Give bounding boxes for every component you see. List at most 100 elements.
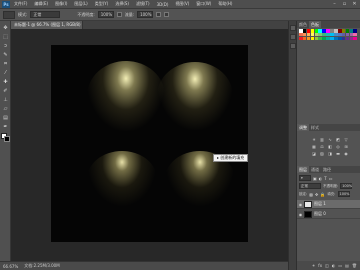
visibility-eye-icon[interactable]: ◉ [297,212,304,217]
menu-select[interactable]: 选择(S) [115,1,129,7]
gradient-map-adjust-icon[interactable]: ▬ [335,151,341,156]
clone-stamp-tool-icon[interactable]: ⊥ [2,97,9,103]
selective-color-adjust-icon[interactable]: ◉ [343,151,349,156]
brush-panel-icon[interactable] [290,43,296,49]
minimize-button[interactable]: – [331,1,338,7]
visibility-eye-icon[interactable]: ◉ [297,202,304,207]
new-adjustment-icon[interactable]: ◐ [332,263,336,268]
move-tool-icon[interactable]: ✥ [2,25,9,31]
brush-tool-icon[interactable]: ✐ [2,88,9,94]
tab-swatches[interactable]: 色板 [309,21,321,28]
new-group-icon[interactable]: ▭ [338,263,342,268]
healing-brush-tool-icon[interactable]: ✚ [2,79,9,85]
canvas-workspace [11,29,288,261]
curves-adjust-icon[interactable]: ∿ [327,137,333,142]
add-style-icon[interactable]: fx [318,263,322,268]
document-tab-bar: 未标题-1 @ 66.7% (图层 1, RGB/8) * [11,21,288,29]
tab-layers[interactable]: 图层 [297,166,309,173]
zoom-level[interactable]: 66.67% [3,264,18,269]
lock-fill-row: 锁定: ▩ ✥ 🔒 填充: 100% [299,190,358,198]
eyedropper-tool-icon[interactable]: ⁄ [2,70,9,76]
close-button[interactable]: ✕ [351,1,358,7]
maximize-button[interactable]: ▫ [341,1,348,7]
layer-thumbnail [304,210,312,218]
tab-channels[interactable]: 通道 [309,166,321,173]
menu-3d[interactable]: 3D(D) [157,2,169,7]
menu-file[interactable]: 文件(F) [14,1,27,7]
levels-adjust-icon[interactable]: ▥ [319,137,325,142]
menu-filter[interactable]: 滤镜(T) [136,1,150,7]
color-swatch[interactable] [353,36,358,41]
brightness-adjust-icon[interactable]: ☀ [311,137,317,142]
tab-adjustments[interactable]: 调整 [297,124,309,131]
posterize-adjust-icon[interactable]: ▨ [319,151,325,156]
menu-bar: Ps 文件(F) 编辑(E) 图像(I) 图层(L) 类型(Y) 选择(S) 滤… [0,0,360,9]
tool-preset-picker[interactable] [3,10,15,19]
menu-image[interactable]: 图像(I) [55,1,67,7]
channel-mixer-adjust-icon[interactable]: ⊞ [343,144,349,149]
light-glow-top-left [87,61,165,131]
flow-field[interactable]: 100% [137,11,154,18]
color-balance-adjust-icon[interactable]: ⚖ [319,144,325,149]
delete-layer-icon[interactable]: 🗑 [352,263,357,268]
layer-opacity-field[interactable]: 100% [340,183,352,189]
tab-color[interactable]: 颜色 [297,21,309,28]
invert-adjust-icon[interactable]: ◪ [311,151,317,156]
history-panel-icon[interactable] [290,25,296,31]
hue-adjust-icon[interactable]: ▦ [311,144,317,149]
light-glow-bottom-left [87,151,157,207]
blend-mode-select[interactable]: 正常 [299,183,321,189]
eraser-tool-icon[interactable]: ▱ [2,106,9,112]
status-bar: 66.67% 文档:2.25M/3.00M [0,261,288,270]
layer-row-1[interactable]: ◉ 图层 1 [297,200,360,209]
menu-layer[interactable]: 图层(L) [74,1,87,7]
mode-select[interactable]: 正常 [30,11,61,18]
layer-filter-kind[interactable]: ▾ [299,175,311,181]
menu-view[interactable]: 视图(V) [175,1,189,7]
flow-label: 流量: [124,11,135,17]
crop-tool-icon[interactable]: ⌗ [2,61,9,67]
lock-pixels-icon[interactable]: ▩ [309,192,313,197]
vibrance-adjust-icon[interactable]: ▽ [343,137,349,142]
collapsed-panel-dock [288,21,297,270]
gradient-tool-icon[interactable]: ▤ [2,115,9,121]
link-layers-icon[interactable]: ⚭ [312,263,315,268]
pen-tool-icon[interactable]: ✒ [2,124,9,130]
filter-shape-icon[interactable]: ▭ [329,176,333,181]
layer-opacity-label: 不透明度: [323,183,339,188]
filter-image-icon[interactable]: ▣ [313,176,317,181]
menu-help[interactable]: 帮助(H) [218,1,232,7]
photo-filter-adjust-icon[interactable]: ◎ [335,144,341,149]
airbrush-toggle[interactable] [156,12,162,17]
options-bar: 模式: 正常 不透明度: 100% 流量: 100% [0,9,360,21]
lasso-tool-icon[interactable]: ↄ [2,43,9,49]
menu-window[interactable]: 窗口(W) [196,1,211,7]
filter-type-icon[interactable]: T [324,176,326,181]
exposure-adjust-icon[interactable]: ◩ [335,137,341,142]
pressure-size-toggle[interactable] [164,12,170,17]
properties-panel-icon[interactable] [290,34,296,40]
marquee-tool-icon[interactable]: ⬚ [2,34,9,40]
background-color-swatch[interactable] [4,136,10,142]
lock-all-icon[interactable]: 🔒 [320,192,325,197]
layers-footer: ⚭ fx ◫ ◐ ▭ ▤ 🗑 [297,261,360,270]
threshold-adjust-icon[interactable]: ◨ [327,151,333,156]
tools-panel: ✥ ⬚ ↄ ✎ ⌗ ⁄ ✚ ✐ ⊥ ▱ ▤ ✒ [0,21,11,261]
document-canvas[interactable] [51,45,248,242]
document-tab[interactable]: 未标题-1 @ 66.7% (图层 1, RGB/8) * [11,21,83,29]
menu-type[interactable]: 类型(Y) [95,1,109,7]
app-logo: Ps [2,0,10,8]
new-layer-icon[interactable]: ▤ [345,263,349,268]
filter-adjust-icon[interactable]: ◐ [319,176,323,181]
layer-row-0[interactable]: ◉ 图层 0 [297,210,360,219]
bw-adjust-icon[interactable]: ◧ [327,144,333,149]
pressure-opacity-toggle[interactable] [116,12,122,17]
opacity-field[interactable]: 100% [97,11,114,18]
fill-field[interactable]: 100% [337,191,350,197]
add-mask-icon[interactable]: ◫ [325,263,329,268]
tab-paths[interactable]: 路径 [321,166,333,173]
tab-styles[interactable]: 样式 [309,124,321,131]
lock-position-icon[interactable]: ✥ [315,192,318,197]
menu-edit[interactable]: 编辑(E) [34,1,48,7]
quick-select-tool-icon[interactable]: ✎ [2,52,9,58]
